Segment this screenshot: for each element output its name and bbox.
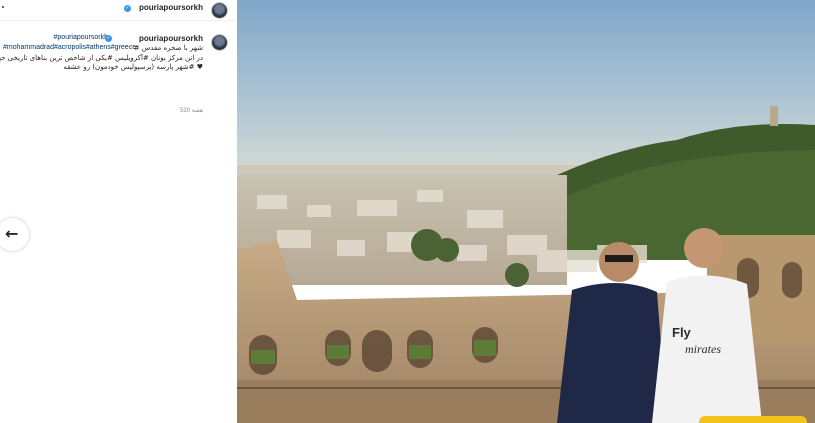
post-header: ✓ pouriapoursorkh bbox=[0, 0, 236, 20]
caption-comment: #pouriapoursorkh ✓ pouriapoursorkh شهر ب… bbox=[0, 31, 236, 114]
caption-line-3: ♥ #شهر پارسه (پرسپولیس خودمون) رو عشقه bbox=[63, 63, 203, 71]
header-username[interactable]: pouriapoursorkh bbox=[139, 3, 203, 12]
post-timestamp: 530 هفته bbox=[180, 108, 203, 114]
verified-badge-icon: ✓ bbox=[124, 5, 131, 12]
arrow-left-icon: ← bbox=[5, 224, 19, 243]
post-photo[interactable]: Fly mirates bbox=[237, 0, 815, 423]
shirt-text-line1: Fly bbox=[672, 325, 692, 340]
caption-username[interactable]: pouriapoursorkh bbox=[139, 34, 203, 43]
caption-line-2: در اتن مرکز یونان #آکروپلیس #یکی از شاخص… bbox=[0, 54, 203, 62]
shirt-text-line2: mirates bbox=[685, 342, 721, 356]
header-divider bbox=[0, 20, 236, 21]
caption-line-1: شهر با صخره مقدس # bbox=[133, 44, 203, 52]
caption-avatar[interactable] bbox=[211, 34, 228, 51]
more-options-dot[interactable] bbox=[2, 6, 4, 8]
verified-badge-icon: ✓ bbox=[105, 35, 112, 42]
caption-hashtags[interactable]: #mohammadrad#acropolis#athens#greece bbox=[3, 44, 136, 51]
caption-mention-link[interactable]: #pouriapoursorkh bbox=[54, 34, 108, 41]
header-avatar[interactable] bbox=[211, 2, 228, 19]
acropolis-photo: Fly mirates bbox=[237, 0, 815, 423]
corner-badge bbox=[699, 416, 807, 423]
post-sidebar: ✓ pouriapoursorkh #pouriapoursorkh ✓ pou… bbox=[0, 0, 236, 423]
